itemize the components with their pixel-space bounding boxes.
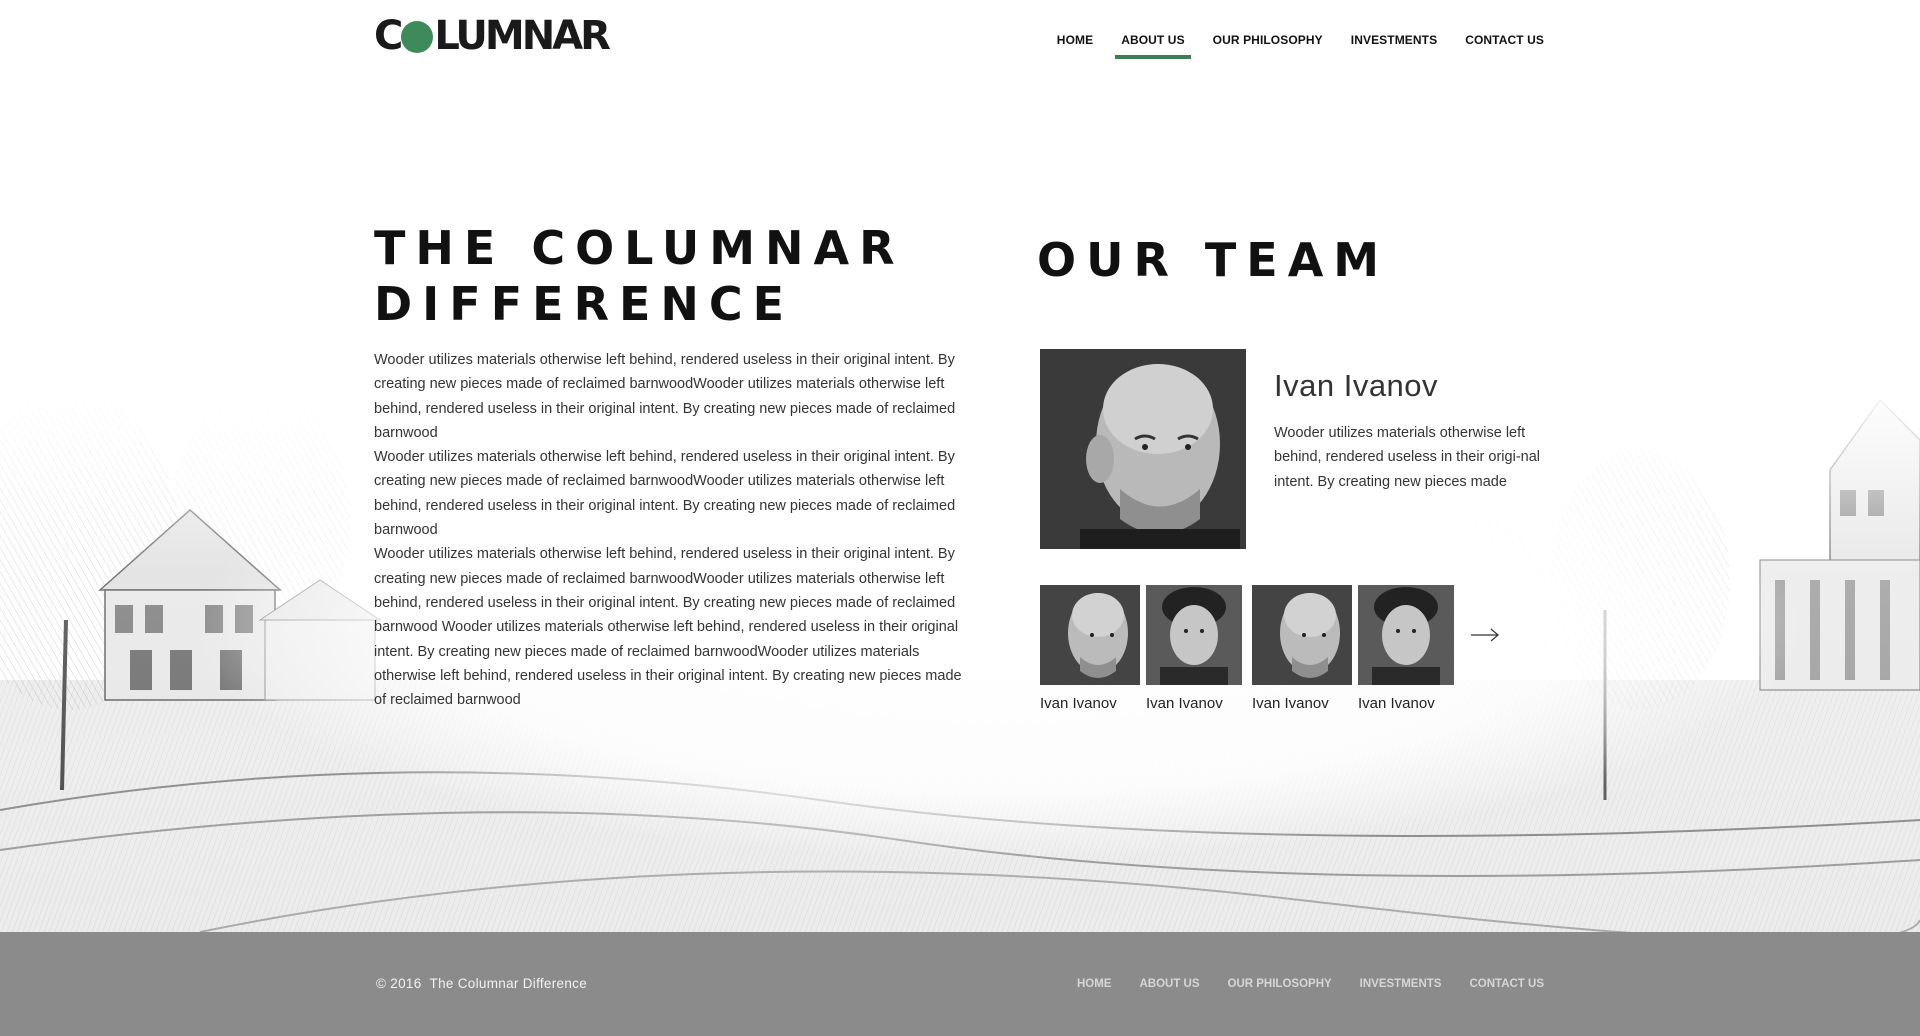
featured-member-description: Wooder utilizes materials otherwise left…	[1274, 425, 1540, 490]
copyright-text: © 2016 The Columnar Difference	[376, 976, 587, 991]
difference-paragraph-2: Wooder utilizes materials otherwise left…	[374, 449, 956, 539]
team-member-name: Ivan Ivanov	[1252, 695, 1329, 712]
team-thumbnails: Ivan Ivanov Ivan Ivanov Ivan Ivanov Ivan…	[1040, 585, 1464, 712]
columnar-difference-section: THE COLUMNAR DIFFERENCE Wooder utilizes …	[374, 220, 974, 712]
team-member-thumb[interactable]: Ivan Ivanov	[1146, 585, 1246, 712]
featured-member-photo	[1040, 349, 1246, 549]
nav-investments[interactable]: INVESTMENTS	[1351, 33, 1437, 59]
arrow-right-icon[interactable]	[1470, 627, 1500, 643]
older-man-portrait	[1040, 349, 1246, 549]
footer-nav-about-us[interactable]: ABOUT US	[1139, 978, 1199, 990]
young-man-portrait	[1146, 585, 1242, 685]
team-member-name: Ivan Ivanov	[1040, 695, 1117, 712]
nav-home[interactable]: HOME	[1057, 33, 1093, 59]
difference-paragraph-3: Wooder utilizes materials otherwise left…	[374, 546, 962, 709]
older-man-portrait	[1252, 585, 1352, 685]
young-man-portrait	[1358, 585, 1454, 685]
difference-body: Wooder utilizes materials otherwise left…	[374, 348, 974, 712]
footer-nav-contact-us[interactable]: CONTACT US	[1469, 978, 1544, 990]
difference-title-line1: THE COLUMNAR	[374, 221, 905, 275]
team-member-thumb[interactable]: Ivan Ivanov	[1040, 585, 1140, 712]
main-nav: HOME ABOUT US OUR PHILOSOPHY INVESTMENTS…	[1029, 33, 1544, 59]
nav-contact-us[interactable]: CONTACT US	[1465, 33, 1544, 59]
footer-nav-home[interactable]: HOME	[1077, 978, 1112, 990]
nav-about-us[interactable]: ABOUT US	[1115, 33, 1192, 59]
site-footer: © 2016 The Columnar Difference HOME ABOUT…	[0, 932, 1920, 1036]
team-title: OUR TEAM	[1037, 233, 1390, 287]
copyright-year: © 2016	[376, 976, 422, 991]
footer-nav-investments[interactable]: INVESTMENTS	[1360, 978, 1442, 990]
footer-nav-our-philosophy[interactable]: OUR PHILOSOPHY	[1228, 978, 1332, 990]
copyright-site-name: The Columnar Difference	[429, 976, 588, 991]
logo-text-rest: LUMNAR	[434, 13, 611, 59]
logo-letter-c: C	[374, 13, 403, 59]
team-member-thumb[interactable]: Ivan Ivanov	[1252, 585, 1352, 712]
team-member-thumb[interactable]: Ivan Ivanov	[1358, 585, 1458, 712]
featured-member-name: Ivan Ivanov	[1274, 368, 1439, 403]
logo-green-circle	[401, 21, 434, 53]
footer-nav: HOME ABOUT US OUR PHILOSOPHY INVESTMENTS…	[1049, 978, 1544, 990]
team-member-name: Ivan Ivanov	[1146, 695, 1223, 712]
difference-title-line2: DIFFERENCE	[374, 277, 795, 331]
difference-title: THE COLUMNAR DIFFERENCE	[374, 220, 974, 332]
older-man-portrait	[1040, 585, 1140, 685]
nav-our-philosophy[interactable]: OUR PHILOSOPHY	[1213, 33, 1323, 59]
site-header: C LUMNAR HOME ABOUT US OUR PHILOSOPHY INV…	[0, 0, 1920, 70]
difference-paragraph-1: Wooder utilizes materials otherwise left…	[374, 352, 956, 441]
team-member-name: Ivan Ivanov	[1358, 695, 1435, 712]
columnar-logo[interactable]: C LUMNAR	[374, 13, 611, 59]
